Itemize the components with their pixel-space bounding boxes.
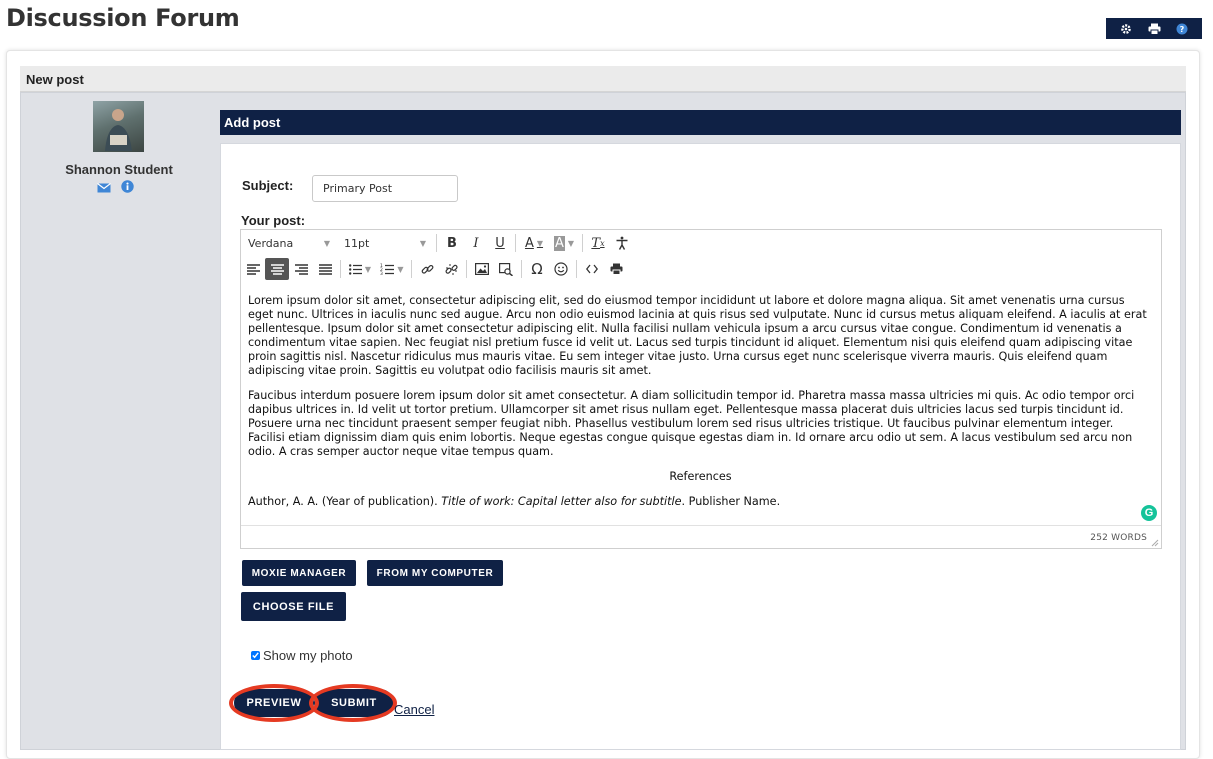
underline-button[interactable]: U	[488, 232, 512, 254]
preview-button[interactable]: PREVIEW	[234, 689, 314, 717]
align-center-button[interactable]	[265, 258, 289, 280]
emoticons-button[interactable]	[549, 258, 573, 280]
link-icon	[421, 264, 433, 274]
smiley-icon	[554, 262, 568, 276]
bold-button[interactable]: B	[440, 232, 464, 254]
align-right-button[interactable]	[289, 258, 313, 280]
align-left-icon	[246, 263, 260, 275]
image-icon	[475, 263, 489, 275]
bullet-list-icon	[348, 263, 362, 275]
submit-button[interactable]: SUBMIT	[314, 689, 394, 717]
info-icon[interactable]	[121, 180, 134, 198]
user-contact-icons	[97, 180, 134, 198]
reference-publisher: . Publisher Name.	[681, 495, 781, 508]
toolbar-divider	[436, 234, 437, 252]
chevron-down-icon: ▼	[536, 238, 544, 248]
post-paragraph: Faucibus interdum posuere lorem ipsum do…	[248, 389, 1135, 458]
accessibility-button[interactable]	[610, 232, 634, 254]
editor-content[interactable]: Lorem ipsum dolor sit amet, consectetur …	[248, 294, 1153, 509]
code-icon	[586, 264, 598, 274]
text-color-button[interactable]: A ▼	[519, 232, 549, 254]
chevron-down-icon: ▼	[419, 238, 426, 248]
media-search-icon	[499, 262, 513, 276]
chevron-down-icon: ▼	[397, 264, 404, 274]
align-justify-icon	[318, 263, 332, 275]
align-center-icon	[270, 263, 284, 275]
show-photo-label: Show my photo	[263, 648, 353, 663]
subject-label: Subject:	[242, 178, 294, 193]
svg-text:3: 3	[380, 271, 383, 275]
source-code-button[interactable]	[580, 258, 604, 280]
choose-file-button[interactable]: CHOOSE FILE	[241, 592, 346, 621]
toolbar-divider	[576, 260, 577, 278]
toolbar-divider	[582, 234, 583, 252]
italic-button[interactable]: I	[464, 232, 488, 254]
word-count: 252 WORDS	[1090, 533, 1147, 543]
special-character-button[interactable]: Ω	[525, 258, 549, 280]
unlink-button[interactable]	[439, 258, 463, 280]
email-icon[interactable]	[97, 180, 111, 198]
print-icon[interactable]	[1146, 21, 1162, 37]
svg-text:?: ?	[1180, 25, 1185, 34]
toolbar-divider	[521, 260, 522, 278]
font-family-value: Verdana	[248, 236, 294, 250]
clear-formatting-button[interactable]: Tx	[586, 232, 610, 254]
from-my-computer-button[interactable]: FROM MY COMPUTER	[367, 560, 503, 586]
font-family-select[interactable]: Verdana ▼	[241, 232, 337, 254]
page-title: Discussion Forum	[6, 4, 240, 32]
chevron-down-icon: ▼	[567, 238, 575, 248]
font-size-value: 11pt	[344, 236, 370, 250]
editor-toolbar-row-1: Verdana ▼ 11pt ▼ B I U A ▼ A ▼ Tx	[241, 230, 1161, 256]
reference-author: Author, A. A. (Year of publication).	[248, 495, 442, 508]
resize-handle-icon[interactable]	[1151, 539, 1159, 547]
background-color-button[interactable]: A ▼	[549, 232, 579, 254]
avatar	[93, 101, 144, 152]
print-document-button[interactable]	[604, 258, 628, 280]
chevron-down-icon: ▼	[323, 238, 330, 248]
numbered-list-button[interactable]: 1 2 3 ▼	[376, 258, 408, 280]
editor-toolbar-row-2: ▼ 1 2 3 ▼ Ω	[241, 256, 1161, 282]
editor-statusbar: 252 WORDS	[241, 525, 1161, 549]
user-name: Shannon Student	[65, 162, 173, 177]
align-justify-button[interactable]	[313, 258, 337, 280]
cancel-link[interactable]: Cancel	[394, 702, 434, 717]
toolbar-divider	[466, 260, 467, 278]
unlink-icon	[444, 263, 458, 275]
reference-entry: Author, A. A. (Year of publication). Tit…	[248, 495, 1153, 509]
rich-text-editor: Verdana ▼ 11pt ▼ B I U A ▼ A ▼ Tx ▼ 12 3…	[240, 229, 1162, 549]
bullet-list-button[interactable]: ▼	[344, 258, 376, 280]
insert-image-button[interactable]	[470, 258, 494, 280]
help-icon[interactable]: ?	[1174, 21, 1190, 37]
highlight-icon: A	[553, 235, 565, 251]
your-post-label: Your post:	[241, 213, 306, 228]
accessibility-icon	[616, 236, 628, 250]
font-size-select[interactable]: 11pt ▼	[337, 232, 433, 254]
new-post-bar: New post	[20, 66, 1186, 92]
top-toolbar: ?	[1106, 18, 1202, 39]
grammarly-icon[interactable]: G	[1141, 505, 1157, 521]
chevron-down-icon: ▼	[364, 264, 372, 274]
add-post-header: Add post	[220, 110, 1181, 135]
show-photo-checkbox[interactable]	[251, 651, 260, 660]
print-icon	[610, 263, 622, 275]
reference-title: Title of work: Capital letter also for s…	[441, 495, 682, 508]
toolbar-divider	[340, 260, 341, 278]
align-right-icon	[294, 263, 308, 275]
gear-icon[interactable]	[1118, 21, 1134, 37]
insert-link-button[interactable]	[415, 258, 439, 280]
toolbar-divider	[411, 260, 412, 278]
post-paragraph: Lorem ipsum dolor sit amet, consectetur …	[248, 294, 1147, 377]
moxie-manager-button[interactable]: MOXIE MANAGER	[242, 560, 356, 586]
subject-input[interactable]	[312, 175, 458, 202]
references-heading: References	[669, 470, 732, 483]
align-left-button[interactable]	[241, 258, 265, 280]
show-photo-option[interactable]: Show my photo	[251, 648, 353, 663]
insert-media-button[interactable]	[494, 258, 518, 280]
toolbar-divider	[515, 234, 516, 252]
numbered-list-icon: 123	[380, 263, 395, 275]
